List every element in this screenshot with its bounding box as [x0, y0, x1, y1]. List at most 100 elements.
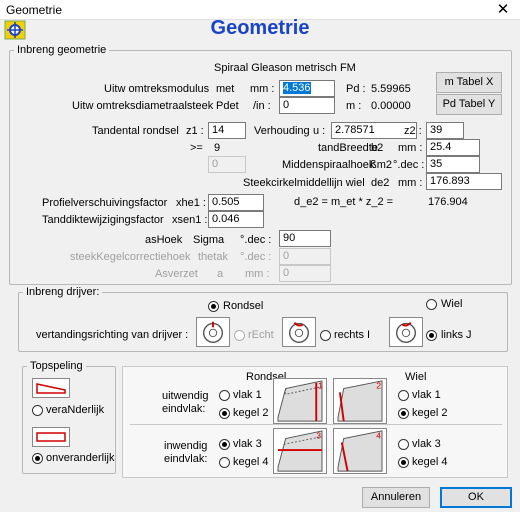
rondsel-kegel2-label: kegel 2 — [233, 407, 269, 419]
uitwendig-label: uitwendig eindvlak: — [162, 390, 209, 415]
de2-input[interactable]: 176.893 — [426, 173, 502, 190]
tandbreedte-label: tandBreedte — [318, 142, 378, 154]
gear-num-1: 1 — [318, 381, 323, 391]
verhouding-label: Verhouding — [254, 125, 310, 137]
eindvlak-3-icon: 3 — [273, 428, 327, 474]
profielverschuiving-label: Profielverschuivingsfactor — [42, 197, 168, 209]
gear-num-3: 3 — [316, 431, 321, 441]
wiel-kegel2-radio[interactable] — [398, 408, 409, 419]
drijver-rondsel-label: Rondsel — [223, 300, 264, 312]
drijver-wiel-radio[interactable] — [426, 299, 437, 310]
pd-value: 5.59965 — [371, 83, 411, 95]
recht-radio[interactable] — [234, 330, 245, 341]
a-symbol: a — [217, 268, 224, 280]
eindvlak-1-icon: 1 — [273, 378, 327, 424]
modulus-symbol: met — [216, 83, 235, 95]
eindvlak-divider — [130, 424, 502, 425]
z1-symbol: z1 : — [186, 125, 204, 137]
wiel-kegel2-label: kegel 2 — [412, 407, 448, 419]
vertandingsrichting-label: vertandingsrichting van drijver : — [36, 329, 189, 341]
wiel-header: Wiel — [405, 371, 427, 383]
ge-label: >= — [190, 142, 203, 154]
steekkegelcorrectie-label: steekKegelcorrectiehoek — [70, 251, 191, 263]
xsen1-input[interactable]: 0.046 — [208, 211, 264, 228]
rondsel-kegel4-label: kegel 4 — [233, 456, 269, 468]
gear-recht-icon — [196, 317, 230, 347]
beta-unit: °.dec : — [393, 159, 425, 171]
wiel-vlak1-label: vlak 1 — [412, 389, 441, 401]
diametraalsteek-input[interactable]: 0 — [279, 97, 335, 114]
a-input: 0 — [279, 265, 331, 282]
sigma-symbol: Sigma — [193, 234, 225, 246]
m-label: m : — [346, 100, 362, 112]
onveranderlijk-radio[interactable] — [32, 453, 43, 464]
rondsel-kegel4-radio[interactable] — [219, 457, 230, 468]
window-title: Geometrie — [6, 3, 63, 17]
rondsel-vlak3-radio[interactable] — [219, 439, 230, 450]
annuleren-button[interactable]: Annuleren — [362, 487, 430, 508]
sigma-unit: °.dec : — [240, 234, 272, 246]
z2-label: z2 : — [404, 125, 422, 137]
steekcirkel-label: Steekcirkelmiddellijn wiel — [243, 177, 365, 189]
verhouding-symbol: u : — [313, 125, 326, 137]
z1-input[interactable]: 14 — [208, 122, 246, 139]
z1-min-input: 0 — [208, 156, 246, 173]
b2-unit: mm : — [398, 142, 423, 154]
veranderlijk-radio[interactable] — [32, 405, 43, 416]
tabel-y-button[interactable]: Pd Tabel Y — [436, 94, 502, 115]
diametraalsteek-unit: /in : — [253, 100, 271, 112]
rondsel-vlak1-radio[interactable] — [219, 390, 230, 401]
modulus-input[interactable]: 4.536 — [279, 80, 335, 97]
xhe1-input[interactable]: 0.505 — [208, 194, 264, 211]
pd-label: Pd : — [346, 83, 366, 95]
b2-symbol: b2 — [371, 142, 384, 154]
wiel-vlak1-radio[interactable] — [398, 390, 409, 401]
rondsel-vlak1-label: vlak 1 — [233, 389, 262, 401]
page-heading: Geometrie — [210, 17, 310, 39]
diametraalsteek-label: Uitw omtreksdiametraalsteek — [72, 100, 214, 112]
beta-symbol: ßm2 — [370, 159, 392, 171]
gear-links-icon — [389, 317, 423, 347]
gear-num-4: 4 — [376, 431, 381, 441]
inwendig-label: inwendig eindvlak: — [164, 440, 208, 465]
wiel-kegel4-radio[interactable] — [398, 457, 409, 468]
links-radio[interactable] — [426, 330, 437, 341]
gear-type-label: Spiraal Gleason metrisch FM — [214, 62, 356, 74]
modulus-label: Uitw omtreksmodulus — [104, 83, 210, 95]
drijver-rondsel-radio[interactable] — [208, 301, 219, 312]
ashoek-label: asHoek — [145, 234, 183, 246]
sigma-input[interactable]: 90 — [279, 230, 331, 247]
de2-formula: d_e2 = m_et * z_2 = — [294, 196, 394, 208]
tabel-x-button[interactable]: m Tabel X — [436, 72, 502, 93]
topspeling-onveranderlijk-icon — [32, 427, 70, 447]
ok-button[interactable]: OK — [440, 487, 512, 508]
b2-input[interactable]: 25.4 — [426, 139, 480, 156]
rechts-radio[interactable] — [320, 330, 331, 341]
thetak-input: 0 — [279, 248, 331, 265]
topspeling-veranderlijk-icon — [32, 378, 70, 398]
eindvlak-4-icon: 4 — [333, 428, 387, 474]
inbreng-geometrie-legend: Inbreng geometrie — [17, 44, 107, 56]
rondsel-kegel2-radio[interactable] — [219, 408, 230, 419]
inbreng-drijver-group: Inbreng drijver: — [18, 286, 508, 352]
xsen1-symbol: xsen1 : — [172, 214, 208, 226]
rondsel-vlak3-label: vlak 3 — [233, 438, 262, 450]
rechts-label: rechts I — [334, 329, 371, 341]
eindvlak-2-icon: 2 — [333, 378, 387, 424]
de2-formula-value: 176.904 — [428, 196, 468, 208]
links-label: links J — [441, 329, 472, 341]
beta-input[interactable]: 35 — [426, 156, 480, 173]
topspeling-legend: Topspeling — [30, 360, 83, 372]
veranderlijk-label: veraNderlijk — [46, 404, 105, 416]
gear-rechts-icon — [282, 317, 316, 347]
modulus-unit: mm : — [250, 83, 275, 95]
thetak-symbol: thetak — [198, 251, 228, 263]
wiel-vlak3-radio[interactable] — [398, 439, 409, 450]
m-value: 0.00000 — [371, 100, 411, 112]
de2-unit: mm : — [398, 177, 423, 189]
z2-input[interactable]: 39 — [426, 122, 464, 139]
de2-symbol: de2 — [371, 177, 390, 189]
tandental-rondsel-label: Tandental rondsel — [92, 125, 179, 137]
asverzet-label: Asverzet — [155, 268, 198, 280]
xhe1-symbol: xhe1 : — [176, 197, 206, 209]
